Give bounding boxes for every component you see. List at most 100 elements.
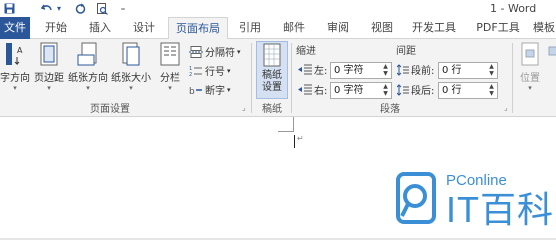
spacing-before-label: 段前: [411, 66, 435, 77]
title-bar: ▾ ₌ 1 - Word [0, 0, 556, 17]
wrap-text-button[interactable] [546, 41, 556, 99]
spacing-after-icon [397, 83, 409, 96]
chevron-down-icon: ▾ [86, 84, 90, 92]
chevron-down-icon: ▾ [528, 84, 532, 92]
spin-arrows-icon[interactable]: ▲ ▼ [487, 63, 496, 78]
margins-button[interactable]: 页边距 ▾ [32, 41, 66, 99]
tab-templates[interactable]: 模板 [530, 17, 556, 39]
manuscript-settings-button[interactable]: 稿纸 设置 [256, 41, 288, 99]
tab-review[interactable]: 审阅 [318, 17, 358, 39]
size-label: 纸张大小 [111, 73, 151, 84]
svg-text:2: 2 [189, 72, 192, 77]
hyphenation-button[interactable]: b 断字 ▾ [189, 81, 231, 98]
chevron-down-icon: ▾ [227, 66, 231, 75]
undo-icon[interactable] [40, 1, 54, 16]
indent-right-input[interactable]: 0 字符 ▲ ▼ [330, 82, 392, 99]
breaks-button[interactable]: 分隔符 ▾ [189, 43, 241, 60]
paragraph-launcher-icon[interactable]: ⌟ [504, 103, 508, 112]
indent-left-input[interactable]: 0 字符 ▲ ▼ [330, 62, 392, 79]
manuscript-label-line2: 设置 [262, 82, 282, 93]
watermark-brand-large: IT百科 [446, 189, 554, 230]
orientation-icon [77, 42, 97, 66]
size-button[interactable]: 纸张大小 ▾ [110, 41, 152, 99]
margins-icon [40, 42, 58, 66]
tab-mailings[interactable]: 邮件 [274, 17, 314, 39]
chevron-down-icon: ▾ [237, 47, 241, 56]
manuscript-label-line1: 稿纸 [262, 70, 282, 81]
wrap-text-icon [548, 46, 556, 56]
watermark-brand-small: PConline [446, 172, 507, 189]
text-cursor [294, 135, 295, 148]
indent-left-icon [298, 64, 312, 75]
tab-home[interactable]: 开始 [36, 17, 76, 39]
position-label: 位置 [520, 73, 540, 84]
text-direction-label: 字方向 [0, 73, 30, 84]
line-numbers-label: 行号 [205, 67, 225, 78]
spin-arrows-icon[interactable]: ▲ ▼ [381, 83, 390, 98]
print-preview-icon[interactable] [95, 1, 109, 16]
line-numbers-icon: 12 [189, 66, 202, 77]
spacing-before-label-wrap: 段前: [397, 62, 434, 77]
columns-button[interactable]: 分栏 ▾ [156, 41, 184, 99]
spacing-heading: 间距 [396, 46, 416, 57]
tab-references[interactable]: 引用 [230, 17, 270, 39]
ribbon: A 字方向 ▾ 页边距 ▾ 纸张方向 ▾ 纸张大小 ▾ 分栏 ▾ 分隔符 ▾ 1… [0, 39, 556, 117]
page-setup-group-label: 页面设置 [90, 104, 130, 115]
breaks-label: 分隔符 [205, 48, 235, 59]
margins-label: 页边距 [34, 73, 64, 84]
chevron-down-icon: ▾ [129, 84, 133, 92]
spacing-after-value: 0 行 [442, 85, 462, 96]
spacing-after-label: 段后: [411, 86, 435, 97]
hyphenation-icon: b [189, 87, 202, 96]
line-numbers-button[interactable]: 12 行号 ▾ [189, 62, 231, 79]
tab-developer[interactable]: 开发工具 [406, 17, 462, 39]
spin-arrows-icon[interactable]: ▲ ▼ [487, 83, 496, 98]
orientation-label: 纸张方向 [68, 73, 108, 84]
tab-insert[interactable]: 插入 [80, 17, 120, 39]
text-direction-button[interactable]: A 字方向 ▾ [0, 41, 30, 99]
group-divider [291, 43, 292, 113]
indent-heading: 缩进 [296, 46, 316, 57]
indent-right-icon [298, 84, 312, 95]
group-divider [251, 43, 252, 113]
chevron-down-icon: ▾ [227, 85, 231, 94]
svg-text:b: b [189, 87, 195, 96]
tab-file[interactable]: 文件 [0, 17, 30, 39]
tab-view[interactable]: 视图 [362, 17, 402, 39]
undo-dropdown-icon[interactable]: ▾ [55, 1, 63, 16]
spacing-after-label-wrap: 段后: [397, 82, 434, 97]
manuscript-settings-label: 稿纸 设置 [257, 70, 287, 94]
paper-size-icon [122, 42, 140, 66]
chevron-down-icon: ▾ [13, 84, 17, 92]
svg-text:A: A [17, 46, 23, 55]
indent-right-label-wrap: 右: [298, 82, 327, 97]
indent-left-value: 0 字符 [334, 65, 364, 76]
chevron-down-icon: ▾ [168, 84, 172, 92]
spacing-after-input[interactable]: 0 行 ▲ ▼ [438, 82, 498, 99]
indent-left-label: 左: [314, 66, 328, 77]
position-button[interactable]: 位置 ▾ [516, 41, 544, 99]
text-direction-icon: A [6, 43, 23, 66]
tab-design[interactable]: 设计 [124, 17, 164, 39]
indent-left-label-wrap: 左: [298, 62, 327, 77]
paragraph-group-label: 段落 [380, 104, 400, 115]
margin-corner-mark [278, 131, 294, 132]
position-icon [521, 42, 539, 66]
spacing-before-value: 0 行 [442, 65, 462, 76]
hyphenation-label: 断字 [205, 86, 225, 97]
redo-icon[interactable] [73, 1, 87, 16]
spin-arrows-icon[interactable]: ▲ ▼ [381, 63, 390, 78]
indent-right-label: 右: [314, 86, 328, 97]
orientation-button[interactable]: 纸张方向 ▾ [68, 41, 108, 99]
group-divider [512, 43, 513, 113]
columns-icon [160, 42, 180, 66]
save-icon[interactable] [2, 1, 16, 16]
margin-corner-mark [293, 117, 294, 132]
spacing-before-icon [397, 63, 409, 76]
customize-qat-icon[interactable]: ₌ [118, 1, 128, 16]
tab-page-layout[interactable]: 页面布局 [168, 17, 228, 40]
page-setup-launcher-icon[interactable]: ⌟ [242, 103, 246, 112]
tab-pdf-tools[interactable]: PDF工具 [470, 17, 526, 39]
spacing-before-input[interactable]: 0 行 ▲ ▼ [438, 62, 498, 79]
columns-label: 分栏 [160, 73, 180, 84]
